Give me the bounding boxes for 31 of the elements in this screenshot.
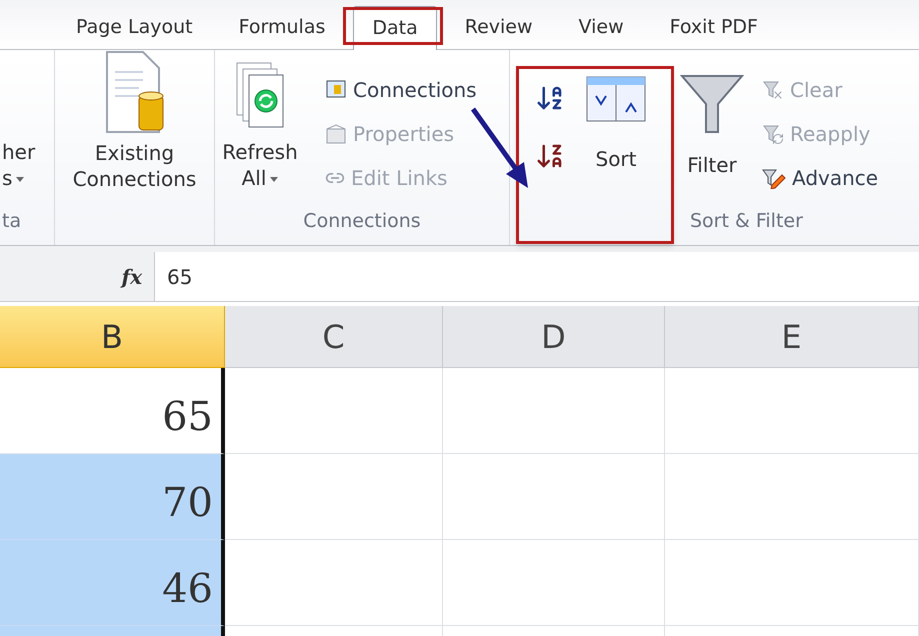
existing-connections-button[interactable]: Existing Connections: [55, 50, 214, 208]
filter-refresh-icon: [762, 123, 784, 145]
group-label: Connections: [302, 209, 422, 234]
filter-clear-icon: [762, 79, 784, 101]
sort-table-icon: [586, 76, 646, 122]
table-cell[interactable]: 46: [0, 540, 225, 626]
button-label[interactable]: s: [2, 165, 54, 191]
column-header[interactable]: B: [0, 306, 225, 368]
formula-input[interactable]: 65: [155, 252, 919, 301]
filter-button[interactable]: Filter: [672, 50, 752, 207]
table-cell[interactable]: 70: [0, 454, 225, 540]
ribbon-small-button[interactable]: Advance: [762, 156, 878, 200]
properties-icon: [325, 123, 347, 145]
ribbon-tab[interactable]: Review: [446, 5, 551, 49]
ribbon-tab[interactable]: View: [560, 5, 642, 49]
column-header[interactable]: E: [665, 306, 919, 368]
function-icon: fx: [121, 262, 142, 292]
filter-pencil-icon: [762, 167, 786, 189]
refresh-all-button[interactable]: Refresh All: [215, 50, 305, 207]
ribbon-tab[interactable]: Formulas: [220, 5, 344, 49]
ribbon-tab[interactable]: Page Layout: [58, 5, 211, 49]
table-cell[interactable]: 65: [0, 368, 225, 454]
sort-button[interactable]: Sort: [576, 50, 656, 207]
ribbon-small-button[interactable]: Connections: [325, 68, 477, 112]
ribbon-tab[interactable]: Foxit PDF: [652, 5, 776, 49]
column-header[interactable]: C: [225, 306, 443, 368]
column-header[interactable]: D: [443, 306, 665, 368]
group-label: ta: [1, 209, 22, 234]
funnel-icon: [680, 74, 744, 134]
button-label[interactable]: her: [2, 139, 54, 165]
group-label: Sort & Filter: [689, 209, 804, 234]
